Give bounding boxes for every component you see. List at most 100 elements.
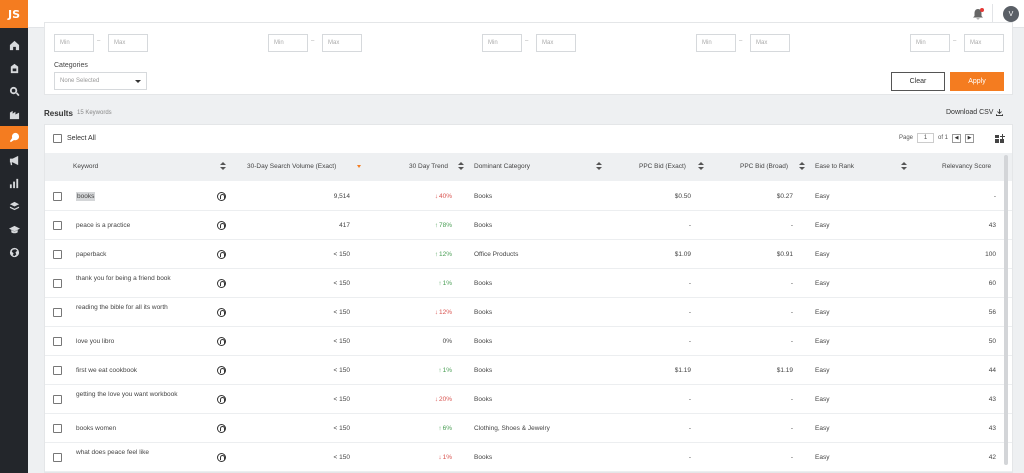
col-relevancy[interactable]: Relevancy Score bbox=[942, 163, 991, 170]
sort-icon[interactable] bbox=[596, 162, 602, 172]
trend-down-arrow-icon: ↓ bbox=[438, 454, 442, 461]
filter-3-max[interactable]: Max bbox=[536, 34, 576, 52]
keyword-tools-icon[interactable] bbox=[0, 126, 28, 149]
stack-icon[interactable] bbox=[0, 195, 28, 218]
academy-icon[interactable] bbox=[0, 218, 28, 241]
col-trend[interactable]: 30 Day Trend bbox=[409, 163, 448, 170]
keyword-cell[interactable]: books bbox=[76, 192, 96, 201]
home-icon[interactable] bbox=[0, 34, 28, 57]
table-row[interactable]: paperback < 150 ↑12% Office Products $1.09 $0… bbox=[45, 240, 1012, 269]
keyword-cell[interactable]: reading the bible for all its worth bbox=[76, 303, 186, 312]
col-search-volume[interactable]: 30-Day Search Volume (Exact) bbox=[247, 163, 336, 170]
analytics-icon[interactable] bbox=[0, 172, 28, 195]
filter-1-max[interactable]: Max bbox=[108, 34, 148, 52]
page-label: Page bbox=[899, 135, 914, 141]
relevancy-cell: 44 bbox=[988, 367, 996, 374]
user-avatar[interactable]: V bbox=[1003, 6, 1019, 22]
trend-cell: ↓20% bbox=[435, 396, 452, 403]
table-row[interactable]: love you libro < 150 0% Books - - Easy 50 bbox=[45, 327, 1012, 356]
keyword-details-icon[interactable] bbox=[217, 366, 226, 375]
column-settings-icon[interactable] bbox=[995, 133, 1006, 144]
table-row[interactable]: peace is a practice 417 ↑78% Books - - Easy 43 bbox=[45, 211, 1012, 240]
supplier-icon[interactable] bbox=[0, 103, 28, 126]
megaphone-icon[interactable] bbox=[0, 149, 28, 172]
row-checkbox[interactable] bbox=[53, 395, 62, 404]
sort-icon[interactable] bbox=[901, 162, 907, 172]
keyword-details-icon[interactable] bbox=[217, 308, 226, 317]
relevancy-cell: 43 bbox=[988, 222, 996, 229]
keyword-cell[interactable]: what does peace feel like bbox=[76, 448, 186, 457]
row-checkbox[interactable] bbox=[53, 424, 62, 433]
trend-up-arrow-icon: ↑ bbox=[438, 425, 442, 432]
page-number-input[interactable]: 1 bbox=[917, 133, 935, 143]
table-row[interactable]: reading the bible for all its worth < 150… bbox=[45, 298, 1012, 327]
filter-4-max[interactable]: Max bbox=[750, 34, 790, 52]
apply-button[interactable]: Apply bbox=[950, 72, 1004, 91]
row-checkbox[interactable] bbox=[53, 279, 62, 288]
download-csv-button[interactable]: Download CSV bbox=[946, 109, 1004, 116]
next-page-button[interactable]: ▶ bbox=[965, 133, 975, 143]
sort-icon[interactable] bbox=[698, 162, 704, 172]
filter-3-min[interactable]: Min bbox=[482, 34, 522, 52]
keyword-cell[interactable]: first we eat cookbook bbox=[76, 366, 186, 375]
keyword-cell[interactable]: books women bbox=[76, 424, 186, 433]
col-keyword[interactable]: Keyword bbox=[73, 163, 98, 170]
notification-bell-icon[interactable] bbox=[972, 8, 984, 20]
row-checkbox[interactable] bbox=[53, 192, 62, 201]
row-checkbox[interactable] bbox=[53, 308, 62, 317]
table-scrollbar[interactable] bbox=[1004, 155, 1008, 465]
keyword-cell[interactable]: peace is a practice bbox=[76, 221, 186, 230]
sort-icon[interactable] bbox=[458, 162, 464, 172]
keyword-details-icon[interactable] bbox=[217, 395, 226, 404]
table-row[interactable]: books 9,514 ↓40% Books $0.50 $0.27 Easy - bbox=[45, 182, 1012, 211]
keyword-cell[interactable]: getting the love you want workbook bbox=[76, 390, 186, 399]
keyword-details-icon[interactable] bbox=[217, 279, 226, 288]
filter-5-max[interactable]: Max bbox=[964, 34, 1004, 52]
keyword-details-icon[interactable] bbox=[217, 337, 226, 346]
globe-icon[interactable] bbox=[0, 241, 28, 264]
categories-select[interactable]: None Selected bbox=[54, 72, 147, 90]
keyword-cell[interactable]: love you libro bbox=[76, 337, 186, 346]
col-ppc-exact[interactable]: PPC Bid (Exact) bbox=[639, 163, 686, 170]
page-of-label: of 1 bbox=[938, 135, 949, 141]
row-checkbox[interactable] bbox=[53, 337, 62, 346]
prev-page-button[interactable]: ◀ bbox=[952, 133, 962, 143]
download-csv-label: Download CSV bbox=[946, 109, 994, 116]
notification-dot bbox=[980, 8, 984, 12]
keyword-cell[interactable]: thank you for being a friend book bbox=[76, 274, 186, 283]
ease-cell: Easy bbox=[815, 222, 830, 229]
relevancy-cell: 56 bbox=[988, 309, 996, 316]
clear-button[interactable]: Clear bbox=[891, 72, 945, 91]
table-row[interactable]: what does peace feel like < 150 ↓1% Books - -… bbox=[45, 443, 1012, 472]
trend-up-arrow-icon: ↑ bbox=[438, 280, 442, 287]
search-icon[interactable] bbox=[0, 80, 28, 103]
filter-2-min[interactable]: Min bbox=[268, 34, 308, 52]
keyword-details-icon[interactable] bbox=[217, 192, 226, 201]
table-row[interactable]: books women < 150 ↑6% Clothing, Shoes & Jew… bbox=[45, 414, 1012, 443]
app-logo[interactable]: JS bbox=[0, 0, 28, 28]
table-row[interactable]: thank you for being a friend book < 150 ↑1… bbox=[45, 269, 1012, 298]
keyword-details-icon[interactable] bbox=[217, 424, 226, 433]
filter-1-min[interactable]: Min bbox=[54, 34, 94, 52]
row-checkbox[interactable] bbox=[53, 366, 62, 375]
filter-2-max[interactable]: Max bbox=[322, 34, 362, 52]
table-row[interactable]: getting the love you want workbook < 150 ↓… bbox=[45, 385, 1012, 414]
col-ease[interactable]: Ease to Rank bbox=[815, 163, 854, 170]
select-all-checkbox[interactable] bbox=[53, 134, 62, 143]
table-row[interactable]: first we eat cookbook < 150 ↑1% Books $1.19 $… bbox=[45, 356, 1012, 385]
sort-icon[interactable] bbox=[220, 162, 226, 172]
filter-4-min[interactable]: Min bbox=[696, 34, 736, 52]
row-checkbox[interactable] bbox=[53, 221, 62, 230]
sort-icon[interactable] bbox=[799, 162, 805, 172]
product-database-icon[interactable] bbox=[0, 57, 28, 80]
col-ppc-broad[interactable]: PPC Bid (Broad) bbox=[740, 163, 788, 170]
keyword-details-icon[interactable] bbox=[217, 453, 226, 462]
row-checkbox[interactable] bbox=[53, 453, 62, 462]
filter-5-min[interactable]: Min bbox=[910, 34, 950, 52]
keyword-details-icon[interactable] bbox=[217, 221, 226, 230]
sort-desc-icon[interactable] bbox=[357, 165, 361, 168]
row-checkbox[interactable] bbox=[53, 250, 62, 259]
keyword-cell[interactable]: paperback bbox=[76, 250, 186, 259]
col-category[interactable]: Dominant Category bbox=[474, 163, 530, 170]
keyword-details-icon[interactable] bbox=[217, 250, 226, 259]
